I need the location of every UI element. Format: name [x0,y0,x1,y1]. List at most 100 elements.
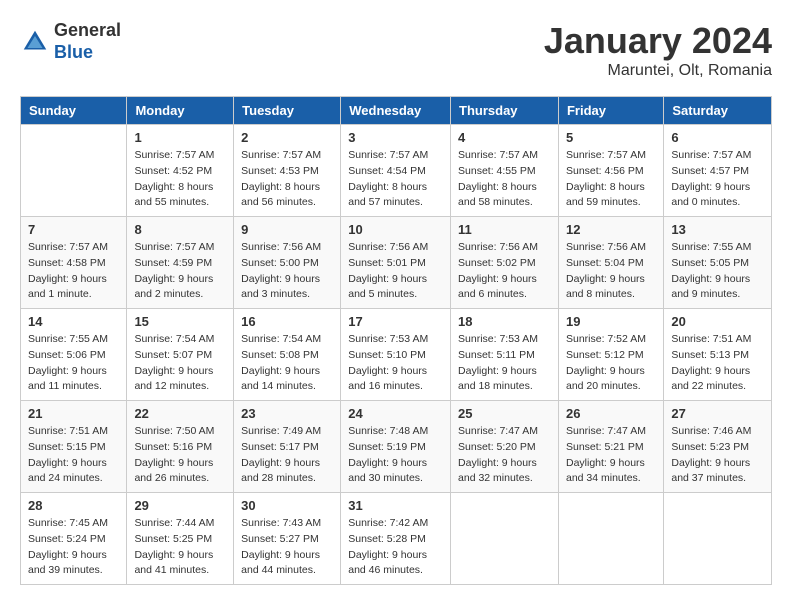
day-number: 25 [458,406,551,421]
day-info: Sunrise: 7:47 AM Sunset: 5:20 PM Dayligh… [458,424,551,487]
table-row: 17Sunrise: 7:53 AM Sunset: 5:10 PM Dayli… [341,309,451,401]
day-number: 8 [134,222,226,237]
col-header-friday: Friday [558,97,663,125]
week-row: 14 Sunrise: 7:55 AM Sunset: 5:06 PM Dayli… [21,309,772,401]
col-header-monday: Monday [127,97,234,125]
table-row: 26Sunrise: 7:47 AM Sunset: 5:21 PM Dayli… [558,401,663,493]
day-info: Sunrise: 7:42 AM Sunset: 5:28 PM Dayligh… [348,516,443,579]
day-number: 27 [671,406,764,421]
day-number: 24 [348,406,443,421]
day-info: Sunrise: 7:56 AM Sunset: 5:00 PM Dayligh… [241,240,333,303]
week-row: 28 Sunrise: 7:45 AM Sunset: 5:24 PM Dayli… [21,493,772,585]
table-row: 31 Sunrise: 7:42 AM Sunset: 5:28 PM Dayli… [341,493,451,585]
day-number: 21 [28,406,119,421]
day-number: 23 [241,406,333,421]
day-info: Sunrise: 7:47 AM Sunset: 5:21 PM Dayligh… [566,424,656,487]
table-row: 22Sunrise: 7:50 AM Sunset: 5:16 PM Dayli… [127,401,234,493]
day-info: Sunrise: 7:51 AM Sunset: 5:13 PM Dayligh… [671,332,764,395]
day-info: Sunrise: 7:48 AM Sunset: 5:19 PM Dayligh… [348,424,443,487]
day-info: Sunrise: 7:57 AM Sunset: 4:52 PM Dayligh… [134,148,226,211]
table-row [21,125,127,217]
day-info: Sunrise: 7:57 AM Sunset: 4:54 PM Dayligh… [348,148,443,211]
day-info: Sunrise: 7:49 AM Sunset: 5:17 PM Dayligh… [241,424,333,487]
table-row: 18 Sunrise: 7:53 AM Sunset: 5:11 PM Dayli… [451,309,559,401]
day-number: 9 [241,222,333,237]
day-number: 20 [671,314,764,329]
table-row: 24 Sunrise: 7:48 AM Sunset: 5:19 PM Dayli… [341,401,451,493]
day-info: Sunrise: 7:52 AM Sunset: 5:12 PM Dayligh… [566,332,656,395]
week-row: 7 Sunrise: 7:57 AM Sunset: 4:58 PM Daylig… [21,217,772,309]
table-row: 1 Sunrise: 7:57 AM Sunset: 4:52 PM Daylig… [127,125,234,217]
table-row: 15Sunrise: 7:54 AM Sunset: 5:07 PM Dayli… [127,309,234,401]
week-row: 1 Sunrise: 7:57 AM Sunset: 4:52 PM Daylig… [21,125,772,217]
day-number: 10 [348,222,443,237]
table-row: 19 Sunrise: 7:52 AM Sunset: 5:12 PM Dayli… [558,309,663,401]
table-row: 12 Sunrise: 7:56 AM Sunset: 5:04 PM Dayli… [558,217,663,309]
day-number: 18 [458,314,551,329]
day-info: Sunrise: 7:50 AM Sunset: 5:16 PM Dayligh… [134,424,226,487]
day-number: 14 [28,314,119,329]
table-row: 30 Sunrise: 7:43 AM Sunset: 5:27 PM Dayli… [234,493,341,585]
logo: General Blue [20,20,121,63]
day-info: Sunrise: 7:57 AM Sunset: 4:55 PM Dayligh… [458,148,551,211]
table-row: 13 Sunrise: 7:55 AM Sunset: 5:05 PM Dayli… [664,217,772,309]
day-number: 4 [458,130,551,145]
day-info: Sunrise: 7:57 AM Sunset: 4:58 PM Dayligh… [28,240,119,303]
table-row: 4 Sunrise: 7:57 AM Sunset: 4:55 PM Daylig… [451,125,559,217]
table-row: 23 Sunrise: 7:49 AM Sunset: 5:17 PM Dayli… [234,401,341,493]
day-info: Sunrise: 7:54 AM Sunset: 5:07 PM Dayligh… [134,332,226,395]
location: Maruntei, Olt, Romania [544,62,772,80]
table-row: 3 Sunrise: 7:57 AM Sunset: 4:54 PM Daylig… [341,125,451,217]
table-row: 21 Sunrise: 7:51 AM Sunset: 5:15 PM Dayli… [21,401,127,493]
logo-icon [20,27,50,57]
day-info: Sunrise: 7:57 AM Sunset: 4:59 PM Dayligh… [134,240,226,303]
logo-text: General Blue [54,20,121,63]
day-number: 17 [348,314,443,329]
day-number: 28 [28,498,119,513]
table-row [664,493,772,585]
day-number: 12 [566,222,656,237]
day-info: Sunrise: 7:57 AM Sunset: 4:57 PM Dayligh… [671,148,764,211]
day-number: 6 [671,130,764,145]
day-number: 13 [671,222,764,237]
col-header-thursday: Thursday [451,97,559,125]
page-header: General Blue January 2024 Maruntei, Olt,… [20,20,772,80]
day-info: Sunrise: 7:56 AM Sunset: 5:04 PM Dayligh… [566,240,656,303]
table-row: 7 Sunrise: 7:57 AM Sunset: 4:58 PM Daylig… [21,217,127,309]
day-info: Sunrise: 7:44 AM Sunset: 5:25 PM Dayligh… [134,516,226,579]
day-info: Sunrise: 7:51 AM Sunset: 5:15 PM Dayligh… [28,424,119,487]
title-block: January 2024 Maruntei, Olt, Romania [544,20,772,80]
day-number: 3 [348,130,443,145]
table-row: 16Sunrise: 7:54 AM Sunset: 5:08 PM Dayli… [234,309,341,401]
day-number: 29 [134,498,226,513]
logo-blue: Blue [54,42,121,64]
day-info: Sunrise: 7:55 AM Sunset: 5:06 PM Dayligh… [28,332,119,395]
day-info: Sunrise: 7:45 AM Sunset: 5:24 PM Dayligh… [28,516,119,579]
day-number: 11 [458,222,551,237]
day-number: 5 [566,130,656,145]
day-info: Sunrise: 7:55 AM Sunset: 5:05 PM Dayligh… [671,240,764,303]
day-info: Sunrise: 7:56 AM Sunset: 5:02 PM Dayligh… [458,240,551,303]
table-row [558,493,663,585]
day-info: Sunrise: 7:43 AM Sunset: 5:27 PM Dayligh… [241,516,333,579]
table-row: 14 Sunrise: 7:55 AM Sunset: 5:06 PM Dayli… [21,309,127,401]
day-info: Sunrise: 7:57 AM Sunset: 4:53 PM Dayligh… [241,148,333,211]
day-info: Sunrise: 7:53 AM Sunset: 5:11 PM Dayligh… [458,332,551,395]
day-number: 31 [348,498,443,513]
table-row: 27 Sunrise: 7:46 AM Sunset: 5:23 PM Dayli… [664,401,772,493]
table-row: 5Sunrise: 7:57 AM Sunset: 4:56 PM Daylig… [558,125,663,217]
week-row: 21 Sunrise: 7:51 AM Sunset: 5:15 PM Dayli… [21,401,772,493]
day-number: 2 [241,130,333,145]
col-header-tuesday: Tuesday [234,97,341,125]
table-row [451,493,559,585]
table-row: 10 Sunrise: 7:56 AM Sunset: 5:01 PM Dayli… [341,217,451,309]
day-info: Sunrise: 7:46 AM Sunset: 5:23 PM Dayligh… [671,424,764,487]
day-info: Sunrise: 7:54 AM Sunset: 5:08 PM Dayligh… [241,332,333,395]
day-info: Sunrise: 7:56 AM Sunset: 5:01 PM Dayligh… [348,240,443,303]
day-number: 7 [28,222,119,237]
day-number: 1 [134,130,226,145]
col-header-wednesday: Wednesday [341,97,451,125]
table-row: 8 Sunrise: 7:57 AM Sunset: 4:59 PM Daylig… [127,217,234,309]
day-number: 30 [241,498,333,513]
day-number: 19 [566,314,656,329]
